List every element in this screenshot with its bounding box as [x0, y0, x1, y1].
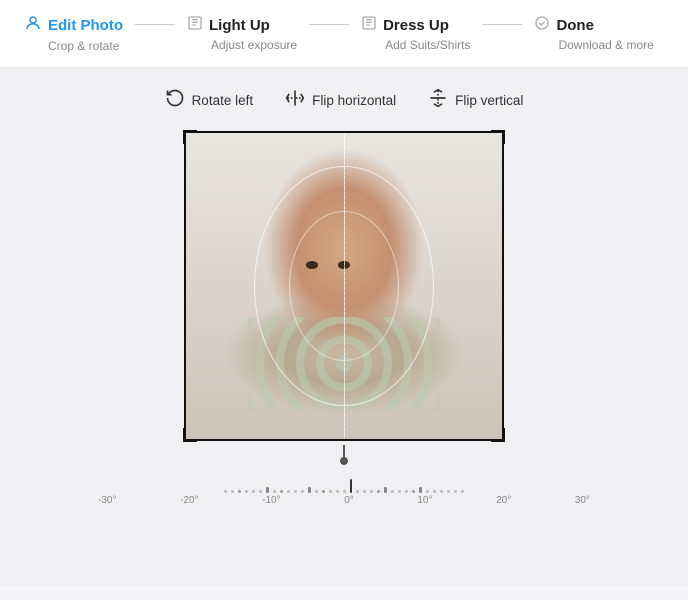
header: Edit Photo Crop & rotate Light Up Adjust… [0, 0, 688, 68]
ruler-label-0: 0° [344, 495, 354, 506]
done-subtitle: Download & more [558, 38, 653, 52]
dress-up-subtitle: Add Suits/Shirts [385, 38, 470, 52]
step-done[interactable]: Done Download & more [534, 15, 653, 52]
divider-3 [482, 24, 522, 25]
ruler-label-20: 20° [496, 495, 511, 506]
flip-vertical-icon [428, 88, 448, 113]
step-title-row-2: Light Up [187, 15, 270, 36]
step-edit-photo[interactable]: Edit Photo Crop & rotate [24, 14, 123, 53]
divider-2 [309, 24, 349, 25]
ruler-dots-row [94, 473, 594, 493]
step-title-row-4: Done [534, 15, 594, 36]
flip-vertical-button[interactable]: Flip vertical [428, 88, 523, 113]
done-title: Done [556, 17, 594, 34]
rotate-left-label: Rotate left [192, 93, 254, 108]
step-dress-up[interactable]: Dress Up Add Suits/Shirts [361, 15, 470, 52]
flip-horizontal-label: Flip horizontal [312, 93, 396, 108]
edit-photo-subtitle: Crop & rotate [48, 39, 119, 53]
ruler-labels: -30° -20° -10° 0° 10° 20° 30° [94, 495, 594, 506]
corner-handle-br[interactable] [491, 428, 505, 442]
light-up-title: Light Up [209, 17, 270, 34]
edit-toolbar: Rotate left Flip horizontal Flip vertica… [165, 88, 524, 113]
shirt-icon [361, 15, 377, 36]
ruler-label-n30: -30° [98, 495, 116, 506]
person-icon [24, 14, 42, 37]
crop-canvas[interactable] [184, 131, 504, 441]
flip-vertical-label: Flip vertical [455, 93, 523, 108]
ruler-label-30: 30° [575, 495, 590, 506]
ruler-label-n10: -10° [262, 495, 280, 506]
rotate-left-button[interactable]: Rotate left [165, 88, 254, 113]
dress-up-title: Dress Up [383, 17, 449, 34]
rotate-handle[interactable] [343, 445, 345, 461]
light-up-subtitle: Adjust exposure [211, 38, 297, 52]
flip-horizontal-icon [285, 88, 305, 113]
corner-handle-tl[interactable] [183, 130, 197, 144]
corner-handle-tr[interactable] [491, 130, 505, 144]
ruler-label-10: 10° [417, 495, 432, 506]
sun-icon [187, 15, 203, 36]
main-area: Rotate left Flip horizontal Flip vertica… [0, 68, 688, 586]
step-title-row-3: Dress Up [361, 15, 449, 36]
step-light-up[interactable]: Light Up Adjust exposure [187, 15, 297, 52]
corner-handle-bl[interactable] [183, 428, 197, 442]
angle-ruler[interactable]: -30° -20° -10° 0° 10° 20° 30° [94, 473, 594, 506]
ruler-label-n20: -20° [180, 495, 198, 506]
edit-photo-title: Edit Photo [48, 17, 123, 34]
step-title-row: Edit Photo [24, 14, 123, 37]
crop-border[interactable] [184, 131, 504, 441]
check-circle-icon [534, 15, 550, 36]
flip-horizontal-button[interactable]: Flip horizontal [285, 88, 396, 113]
divider-1 [135, 24, 175, 25]
rotate-left-icon [165, 88, 185, 113]
